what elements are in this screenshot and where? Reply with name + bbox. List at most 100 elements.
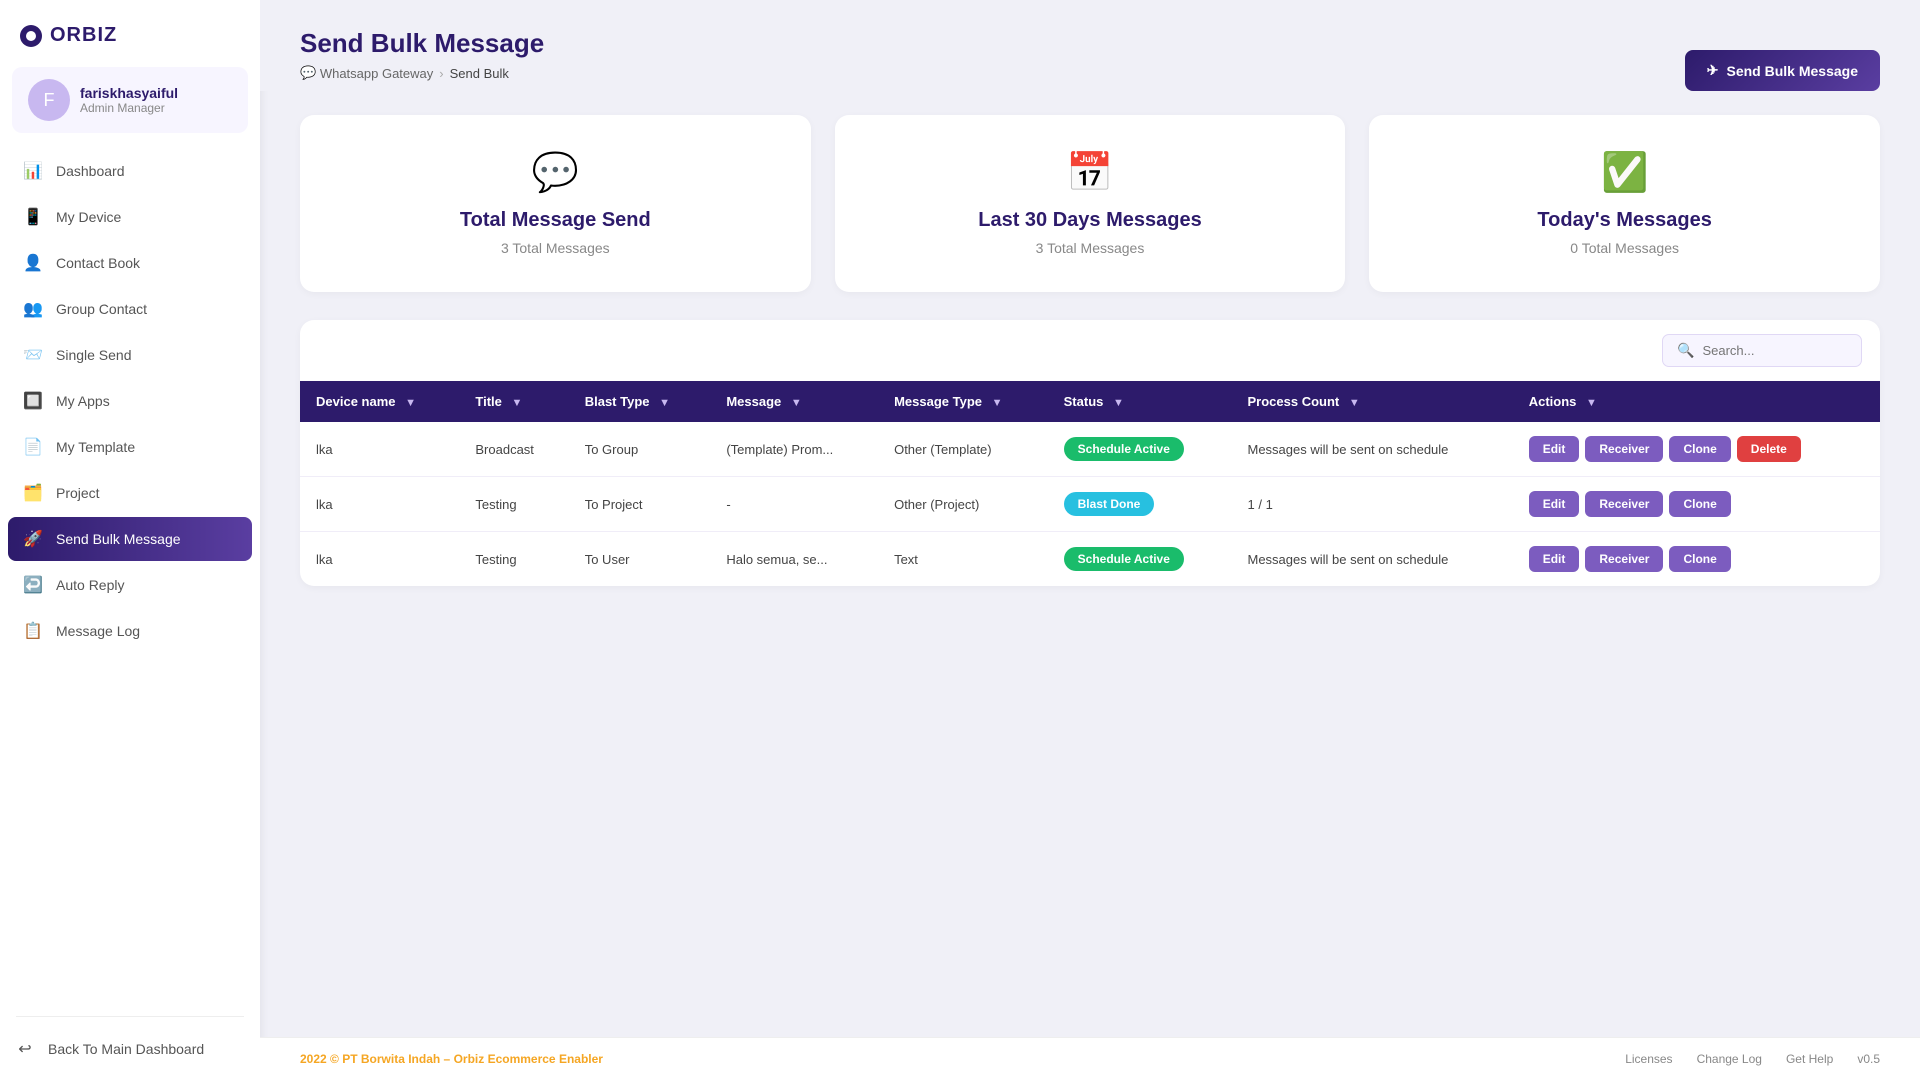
breadcrumb-current: Send Bulk: [450, 66, 509, 81]
filter-icon-status[interactable]: ▼: [1113, 397, 1124, 409]
sidebar-item-send-bulk-message[interactable]: 🚀 Send Bulk Message: [8, 517, 252, 561]
bulk-message-table: Device name ▼Title ▼Blast Type ▼Message …: [300, 381, 1880, 586]
send-bulk-label: Send Bulk Message: [1727, 63, 1859, 79]
cell-blast-type-1: To Project: [569, 477, 711, 532]
footer-version: v0.5: [1857, 1052, 1880, 1066]
sidebar-item-label: Dashboard: [56, 163, 125, 179]
total-message-send-icon: 💬: [532, 151, 579, 195]
sidebar-item-group-contact[interactable]: 👥 Group Contact: [8, 287, 252, 331]
back-icon: ↩: [14, 1038, 36, 1060]
sidebar-item-label: Message Log: [56, 623, 140, 639]
back-to-dashboard[interactable]: ↩ Back To Main Dashboard: [0, 1027, 260, 1080]
footer-brand: Orbiz Ecommerce Enabler: [454, 1052, 603, 1066]
page-title: Send Bulk Message: [300, 28, 544, 59]
table-body: lka Broadcast To Group (Template) Prom..…: [300, 422, 1880, 586]
cell-actions-2: Edit Receiver Clone: [1513, 532, 1880, 587]
action-btns-1: Edit Receiver Clone: [1529, 491, 1864, 517]
sidebar-item-contact-book[interactable]: 👤 Contact Book: [8, 241, 252, 285]
my-template-icon: 📄: [22, 436, 44, 458]
filter-icon-device-name[interactable]: ▼: [405, 397, 416, 409]
table-toolbar: 🔍: [300, 320, 1880, 381]
filter-icon-actions[interactable]: ▼: [1586, 397, 1597, 409]
today-messages-title: Today's Messages: [1537, 209, 1711, 232]
sidebar-item-my-device[interactable]: 📱 My Device: [8, 195, 252, 239]
last-30-days-icon: 📅: [1066, 151, 1113, 195]
sidebar-item-label: Single Send: [56, 347, 132, 363]
user-card: F fariskhasyaiful Admin Manager: [12, 67, 248, 133]
edit-button-1[interactable]: Edit: [1529, 491, 1580, 517]
cell-device-0: lka: [300, 422, 459, 477]
footer-copyright: 2022 © PT Borwita Indah –: [300, 1052, 454, 1066]
table-card: 🔍 Device name ▼Title ▼Blast Type ▼Messag…: [300, 320, 1880, 586]
sidebar-item-project[interactable]: 🗂️ Project: [8, 471, 252, 515]
sidebar-item-my-template[interactable]: 📄 My Template: [8, 425, 252, 469]
footer-licenses[interactable]: Licenses: [1625, 1052, 1672, 1066]
edit-button-0[interactable]: Edit: [1529, 436, 1580, 462]
clone-button-2[interactable]: Clone: [1669, 546, 1730, 572]
filter-icon-process-count[interactable]: ▼: [1349, 397, 1360, 409]
receiver-button-2[interactable]: Receiver: [1585, 546, 1663, 572]
contact-book-icon: 👤: [22, 252, 44, 274]
footer-left: 2022 © PT Borwita Indah – Orbiz Ecommerc…: [300, 1052, 603, 1066]
filter-icon-message-type[interactable]: ▼: [992, 397, 1003, 409]
cell-message-1: -: [710, 477, 878, 532]
col-message-type: Message Type ▼: [878, 381, 1048, 422]
sidebar-item-my-apps[interactable]: 🔲 My Apps: [8, 379, 252, 423]
cell-title-1: Testing: [459, 477, 568, 532]
cell-message-2: Halo semua, se...: [710, 532, 878, 587]
clone-button-0[interactable]: Clone: [1669, 436, 1730, 462]
cell-message-type-2: Text: [878, 532, 1048, 587]
cell-status-1: Blast Done: [1048, 477, 1232, 532]
cell-status-2: Schedule Active: [1048, 532, 1232, 587]
receiver-button-0[interactable]: Receiver: [1585, 436, 1663, 462]
last-30-days-title: Last 30 Days Messages: [978, 209, 1201, 232]
clone-button-1[interactable]: Clone: [1669, 491, 1730, 517]
header-left: Send Bulk Message 💬 Whatsapp Gateway › S…: [300, 28, 544, 81]
cell-message-type-0: Other (Template): [878, 422, 1048, 477]
content-area: 💬 Total Message Send 3 Total Messages 📅 …: [260, 91, 1920, 1037]
project-icon: 🗂️: [22, 482, 44, 504]
filter-icon-title[interactable]: ▼: [512, 397, 523, 409]
col-device-name: Device name ▼: [300, 381, 459, 422]
breadcrumb-separator: ›: [439, 66, 443, 81]
search-input[interactable]: [1702, 343, 1847, 358]
footer-right: Licenses Change Log Get Help v0.5: [1625, 1052, 1880, 1066]
cell-actions-1: Edit Receiver Clone: [1513, 477, 1880, 532]
sidebar-item-label: Contact Book: [56, 255, 140, 271]
footer-changelog[interactable]: Change Log: [1697, 1052, 1762, 1066]
table-row: lka Testing To Project - Other (Project)…: [300, 477, 1880, 532]
sidebar-item-label: Auto Reply: [56, 577, 124, 593]
user-info: fariskhasyaiful Admin Manager: [80, 85, 178, 115]
action-btns-2: Edit Receiver Clone: [1529, 546, 1864, 572]
app-logo: ORBIZ: [0, 0, 260, 67]
send-bulk-button[interactable]: ✈ Send Bulk Message: [1685, 50, 1880, 91]
cell-process-count-0: Messages will be sent on schedule: [1232, 422, 1513, 477]
breadcrumb: 💬 Whatsapp Gateway › Send Bulk: [300, 65, 544, 81]
sidebar-item-single-send[interactable]: 📨 Single Send: [8, 333, 252, 377]
single-send-icon: 📨: [22, 344, 44, 366]
stats-row: 💬 Total Message Send 3 Total Messages 📅 …: [300, 115, 1880, 292]
auto-reply-icon: ↩️: [22, 574, 44, 596]
edit-button-2[interactable]: Edit: [1529, 546, 1580, 572]
delete-button-0[interactable]: Delete: [1737, 436, 1801, 462]
sidebar-item-auto-reply[interactable]: ↩️ Auto Reply: [8, 563, 252, 607]
table-row: lka Broadcast To Group (Template) Prom..…: [300, 422, 1880, 477]
footer-gethelp[interactable]: Get Help: [1786, 1052, 1833, 1066]
sidebar-item-label: My Apps: [56, 393, 110, 409]
breadcrumb-parent[interactable]: Whatsapp Gateway: [320, 66, 433, 81]
filter-icon-blast-type[interactable]: ▼: [659, 397, 670, 409]
sidebar-item-dashboard[interactable]: 📊 Dashboard: [8, 149, 252, 193]
cell-device-2: lka: [300, 532, 459, 587]
sidebar-item-message-log[interactable]: 📋 Message Log: [8, 609, 252, 653]
receiver-button-1[interactable]: Receiver: [1585, 491, 1663, 517]
stat-card-total-message-send: 💬 Total Message Send 3 Total Messages: [300, 115, 811, 292]
filter-icon-message[interactable]: ▼: [791, 397, 802, 409]
search-box[interactable]: 🔍: [1662, 334, 1862, 367]
stat-card-today-messages: ✅ Today's Messages 0 Total Messages: [1369, 115, 1880, 292]
sidebar-item-label: My Template: [56, 439, 135, 455]
search-icon: 🔍: [1677, 342, 1694, 359]
message-log-icon: 📋: [22, 620, 44, 642]
today-messages-sub: 0 Total Messages: [1570, 240, 1679, 256]
cell-message-type-1: Other (Project): [878, 477, 1048, 532]
user-role: Admin Manager: [80, 101, 178, 115]
